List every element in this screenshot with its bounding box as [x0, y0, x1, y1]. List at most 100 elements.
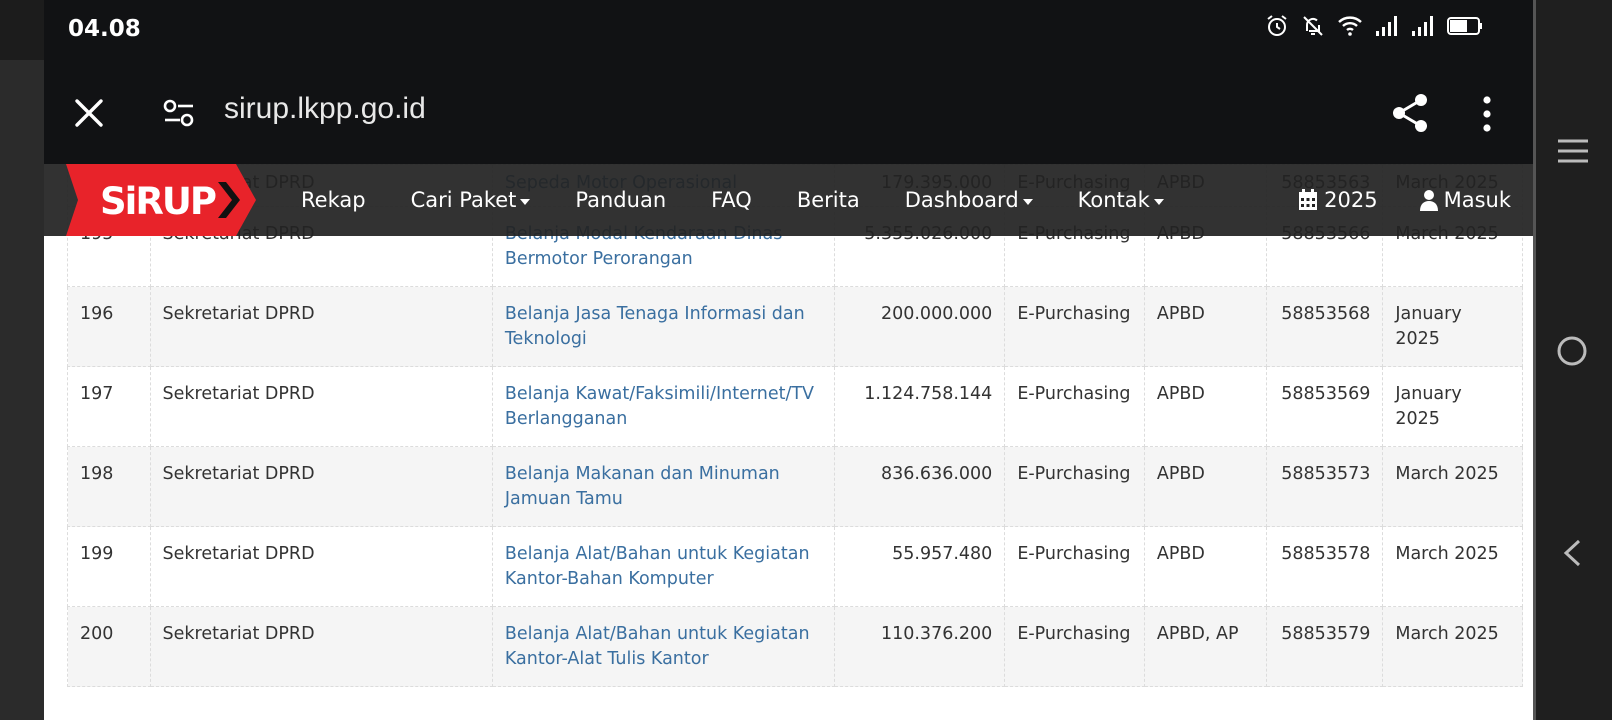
- package-link[interactable]: Belanja Jasa Tenaga Informasi dan Teknol…: [505, 304, 805, 349]
- cell-paket: Belanja Makanan dan Minuman Jamuan Tamu: [491, 446, 836, 527]
- cell-metode: E-Purchasing: [1004, 286, 1145, 367]
- package-link[interactable]: Belanja Kawat/Faksimili/Internet/TV Berl…: [505, 384, 814, 429]
- cell-kode: 58853573: [1266, 446, 1384, 527]
- site-navbar: SiRUP Rekap Cari Paket Panduan FAQ Berita Das…: [44, 164, 1533, 236]
- signal-icon: [1376, 16, 1397, 36]
- cell-metode: E-Purchasing: [1004, 606, 1145, 687]
- nav-item-label: Dashboard: [904, 188, 1019, 212]
- calendar-icon: [1299, 189, 1318, 210]
- cell-no: 200: [67, 606, 151, 687]
- cell-sumber: APBD: [1143, 286, 1268, 367]
- cell-paket: Belanja Alat/Bahan untuk Kegiatan Kantor…: [491, 526, 836, 607]
- nav-right: 2025 Masuk: [1298, 164, 1511, 236]
- site-settings-icon[interactable]: [162, 98, 196, 128]
- cell-kode: 58853579: [1266, 606, 1384, 687]
- table-row: 197 Sekretariat DPRD Belanja Kawat/Faksimi…: [67, 366, 1523, 447]
- svg-text:SiRUP: SiRUP: [100, 180, 216, 223]
- nav-item-label: Rekap: [301, 188, 366, 212]
- nav-item-label: Kontak: [1077, 188, 1150, 212]
- table-row: 199 Sekretariat DPRD Belanja Alat/Bahan un…: [67, 526, 1523, 607]
- web-page: Perlengkapan Kantor194Sekretariat DPRDSe…: [44, 164, 1533, 720]
- wifi-icon: [1338, 16, 1362, 36]
- cell-no: 196: [67, 286, 151, 367]
- back-icon[interactable]: [1560, 538, 1584, 568]
- cell-sumber: APBD: [1143, 366, 1268, 447]
- login-label: Masuk: [1443, 188, 1511, 212]
- package-table: Perlengkapan Kantor194Sekretariat DPRDSe…: [67, 164, 1523, 687]
- cell-metode: E-Purchasing: [1004, 366, 1145, 447]
- browser-toolbar: sirup.lkpp.go.id: [44, 60, 1533, 164]
- cell-pagu: 55.957.480: [834, 526, 1006, 607]
- nav-item-dashboard[interactable]: Dashboard: [905, 188, 1033, 212]
- nav-menu: Rekap Cari Paket Panduan FAQ Berita Dashboard…: [301, 164, 1209, 236]
- cell-metode: E-Purchasing: [1004, 446, 1145, 527]
- nav-item-rekap[interactable]: Rekap: [301, 188, 366, 212]
- cell-metode: E-Purchasing: [1004, 526, 1145, 607]
- cell-paket: Belanja Kawat/Faksimili/Internet/TV Berl…: [491, 366, 836, 447]
- table-row: 200 Sekretariat DPRD Belanja Alat/Bahan un…: [67, 606, 1523, 687]
- more-options-icon[interactable]: [1480, 94, 1494, 134]
- cell-no: 198: [67, 446, 151, 527]
- nav-item-berita[interactable]: Berita: [797, 188, 860, 212]
- nav-item-cari-paket[interactable]: Cari Paket: [411, 188, 531, 212]
- clock: 04.08: [68, 16, 141, 42]
- caret-down-icon: [520, 198, 531, 205]
- cell-sumber: APBD, AP: [1143, 606, 1268, 687]
- caret-down-icon: [1022, 198, 1033, 205]
- battery-icon: [1447, 17, 1482, 35]
- cell-sumber: APBD: [1143, 446, 1268, 527]
- year-label: 2025: [1324, 188, 1378, 212]
- nav-item-label: Cari Paket: [410, 188, 517, 212]
- nav-item-label: Panduan: [575, 188, 667, 212]
- cell-satker: Sekretariat DPRD: [149, 446, 493, 527]
- android-nav-bar: [1536, 0, 1612, 720]
- close-icon[interactable]: [72, 96, 106, 130]
- home-icon[interactable]: [1556, 335, 1588, 367]
- cell-kode: 58853569: [1266, 366, 1384, 447]
- alarm-icon: [1267, 15, 1287, 36]
- status-bar: 04.08: [44, 0, 1533, 60]
- cell-waktu: March 2025: [1382, 526, 1523, 607]
- cell-pagu: 836.636.000: [834, 446, 1006, 527]
- share-icon[interactable]: [1390, 92, 1430, 134]
- cell-sumber: APBD: [1143, 526, 1268, 607]
- nav-item-faq[interactable]: FAQ: [711, 188, 752, 212]
- left-screen-edge: [0, 60, 44, 720]
- cell-no: 197: [67, 366, 151, 447]
- signal-icon-2: [1412, 16, 1433, 36]
- cell-paket: Belanja Jasa Tenaga Informasi dan Teknol…: [491, 286, 836, 367]
- cell-kode: 58853578: [1266, 526, 1384, 607]
- package-link[interactable]: Belanja Alat/Bahan untuk Kegiatan Kantor…: [505, 544, 810, 589]
- cell-waktu: January 2025: [1382, 366, 1523, 447]
- cell-satker: Sekretariat DPRD: [149, 366, 493, 447]
- year-selector[interactable]: 2025: [1298, 188, 1378, 212]
- cell-satker: Sekretariat DPRD: [149, 526, 493, 607]
- nav-item-kontak[interactable]: Kontak: [1078, 188, 1164, 212]
- cell-paket: Belanja Alat/Bahan untuk Kegiatan Kantor…: [491, 606, 836, 687]
- url-display[interactable]: sirup.lkpp.go.id: [224, 92, 426, 126]
- cell-satker: Sekretariat DPRD: [149, 286, 493, 367]
- cell-waktu: January 2025: [1382, 286, 1523, 367]
- nav-item-label: FAQ: [711, 188, 752, 212]
- login-link[interactable]: Masuk: [1419, 188, 1511, 212]
- cell-waktu: March 2025: [1382, 446, 1523, 527]
- status-icons: [1265, 14, 1483, 38]
- cell-pagu: 200.000.000: [834, 286, 1006, 367]
- cell-kode: 58853568: [1266, 286, 1384, 367]
- package-link[interactable]: Belanja Makanan dan Minuman Jamuan Tamu: [505, 464, 780, 509]
- cell-pagu: 110.376.200: [834, 606, 1006, 687]
- cell-waktu: March 2025: [1382, 606, 1523, 687]
- package-link[interactable]: Belanja Alat/Bahan untuk Kegiatan Kantor…: [505, 624, 810, 669]
- table-row: 196 Sekretariat DPRD Belanja Jasa Tenaga I…: [67, 286, 1523, 367]
- sirup-logo[interactable]: SiRUP: [66, 164, 256, 236]
- nav-item-panduan[interactable]: Panduan: [575, 188, 666, 212]
- bell-off-icon: [1303, 16, 1323, 36]
- cell-pagu: 1.124.758.144: [834, 366, 1006, 447]
- nav-item-label: Berita: [796, 188, 860, 212]
- recents-icon[interactable]: [1556, 138, 1590, 164]
- user-icon: [1419, 190, 1438, 211]
- cell-no: 199: [67, 526, 151, 607]
- table-row: 198 Sekretariat DPRD Belanja Makanan dan M…: [67, 446, 1523, 527]
- cell-satker: Sekretariat DPRD: [149, 606, 493, 687]
- caret-down-icon: [1153, 198, 1164, 205]
